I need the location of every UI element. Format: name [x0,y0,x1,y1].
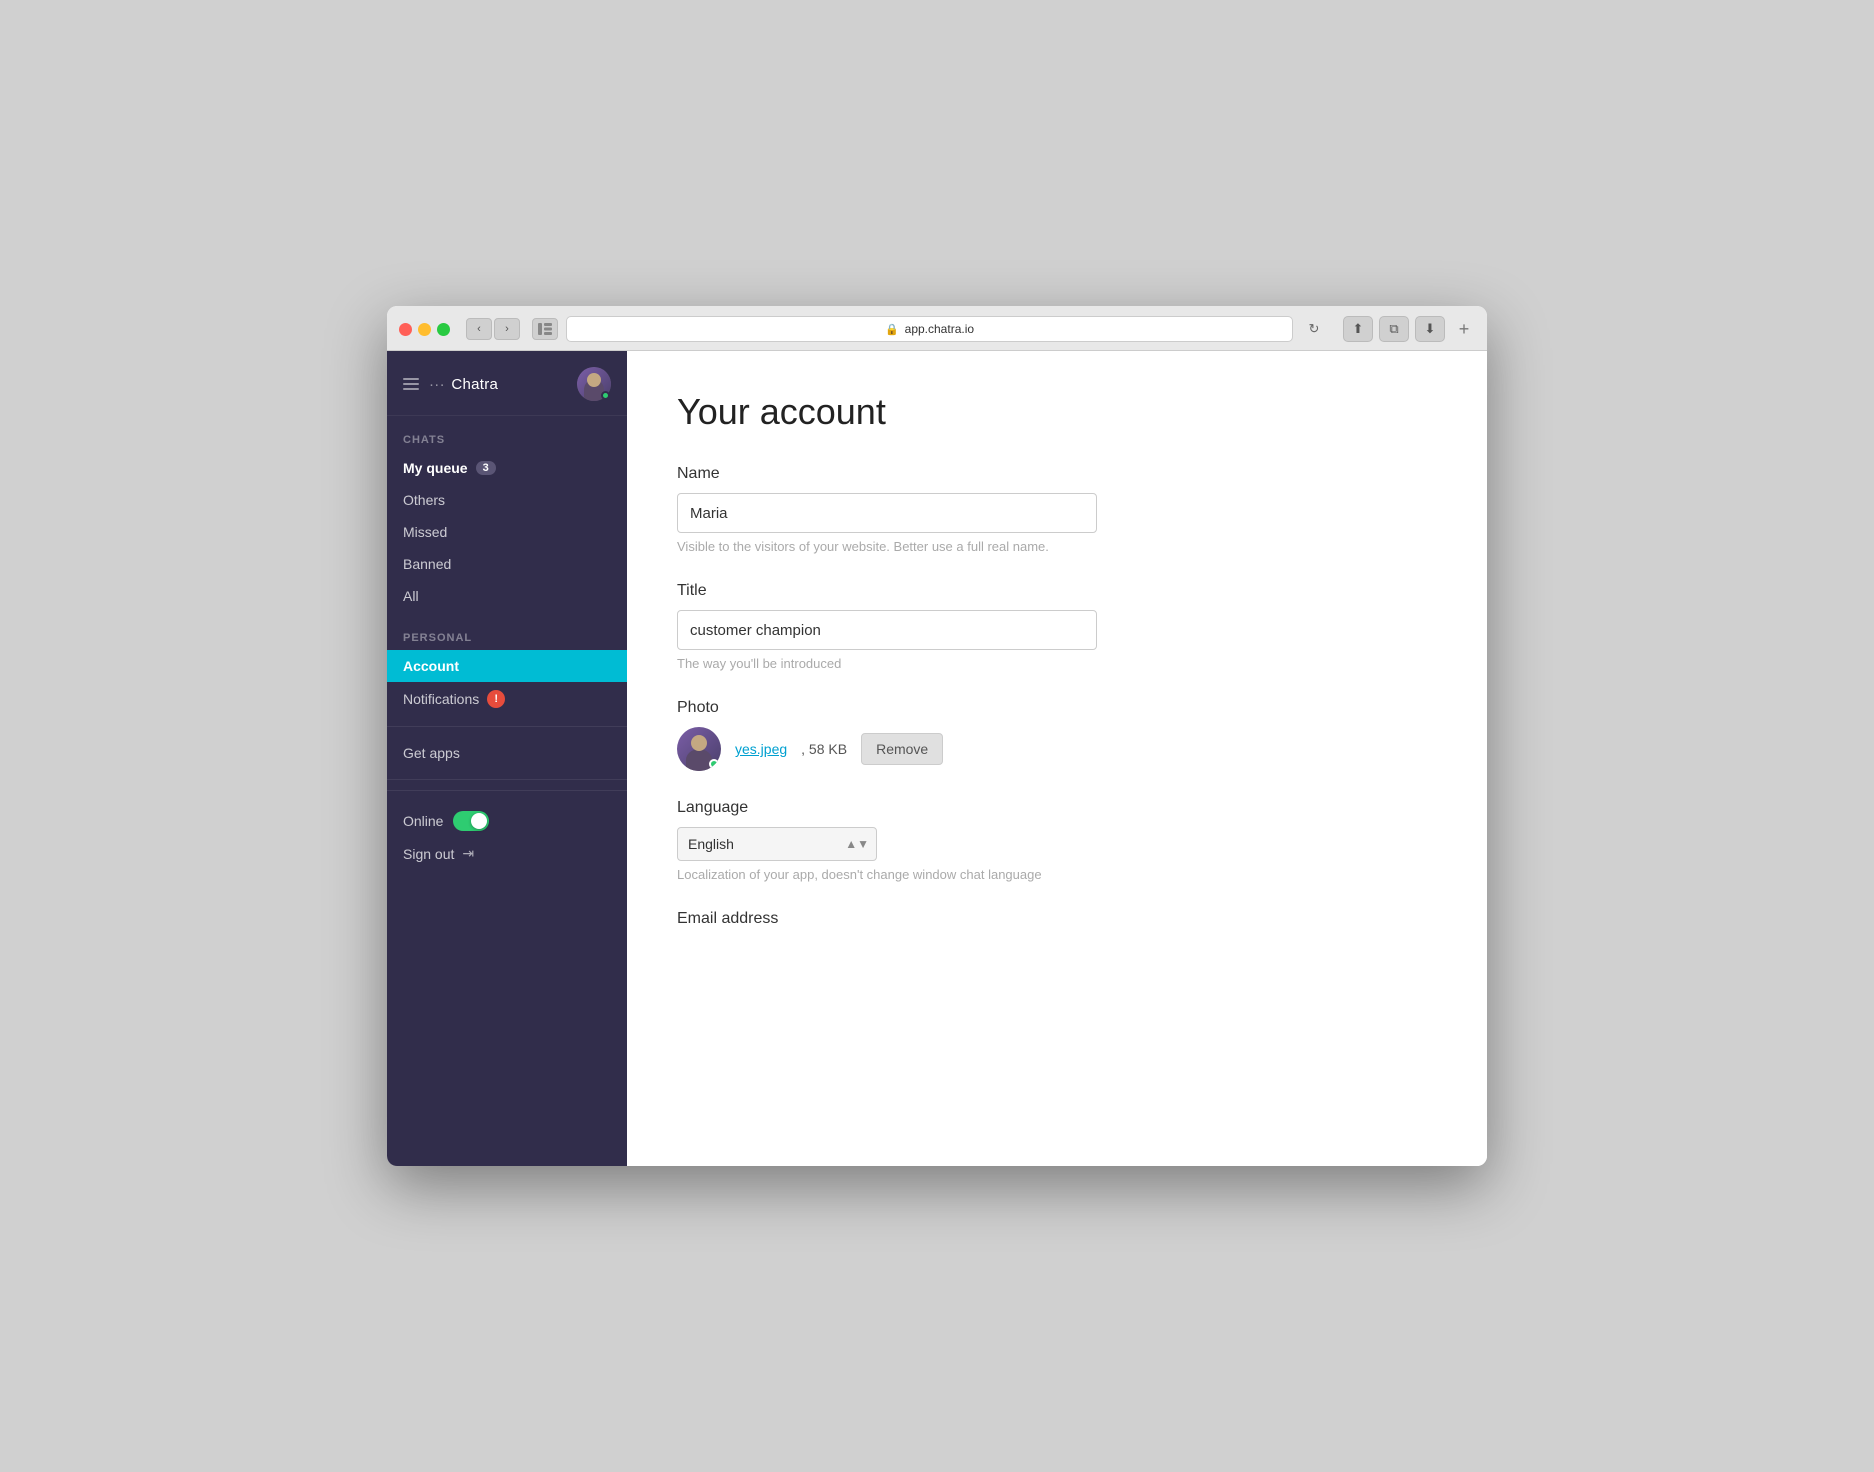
name-hint: Visible to the visitors of your website.… [677,539,1437,554]
others-label: Others [403,492,445,508]
sidebar-footer-divider [387,779,627,780]
photo-filename[interactable]: yes.jpeg [735,741,787,757]
sidebar-toggle-button[interactable] [532,318,558,340]
browser-window: ‹ › 🔒 app.chatra.io ↻ ⬆ ⧉ ⬇ + [387,306,1487,1166]
language-hint: Localization of your app, doesn't change… [677,867,1437,882]
name-label: Name [677,465,1437,483]
sign-out-icon: ⇥ [462,845,474,862]
photo-filesize: , 58 KB [801,741,847,757]
language-select-wrapper: English Russian German French Spanish ▲▼ [677,827,877,861]
missed-label: Missed [403,524,447,540]
email-section: Email address [677,910,1437,928]
sidebar-item-all[interactable]: All [387,580,627,612]
sidebar-divider [387,726,627,727]
browser-actions: ⬆ ⧉ ⬇ [1343,316,1445,342]
sidebar-header-left: ··· Chatra [403,376,498,393]
new-tab-button[interactable]: + [1453,318,1475,340]
title-input[interactable] [677,610,1097,650]
sign-out-label: Sign out [403,846,454,862]
sidebar-footer: Online Sign out ⇥ [387,790,627,878]
online-status-dot [601,391,610,400]
app-content: ··· Chatra CHATS My queue 3 Others [387,351,1487,1166]
photo-avatar-online-dot [709,759,719,769]
my-queue-label: My queue [403,460,468,476]
title-section: Title The way you'll be introduced [677,582,1437,671]
photo-avatar [677,727,721,771]
remove-photo-button[interactable]: Remove [861,733,943,765]
online-toggle[interactable] [453,811,489,831]
language-select[interactable]: English Russian German French Spanish [677,827,877,861]
title-hint: The way you'll be introduced [677,656,1437,671]
hamburger-line [403,388,419,390]
share-button[interactable]: ⬆ [1343,316,1373,342]
nav-buttons: ‹ › [466,318,520,340]
hamburger-icon[interactable] [403,378,419,390]
sign-out-row[interactable]: Sign out ⇥ [403,837,611,864]
minimize-button[interactable] [418,323,431,336]
hamburger-line [403,383,419,385]
reload-button[interactable]: ↻ [1301,318,1327,340]
photo-section: Photo yes.jpeg , 58 KB Remove [677,699,1437,771]
chats-section-label: CHATS [387,416,627,452]
browser-chrome: ‹ › 🔒 app.chatra.io ↻ ⬆ ⧉ ⬇ + [387,306,1487,351]
account-label: Account [403,658,459,674]
sidebar-title: ··· Chatra [429,376,498,393]
sidebar: ··· Chatra CHATS My queue 3 Others [387,351,627,1166]
online-label: Online [403,813,443,829]
email-label: Email address [677,910,1437,928]
sidebar-item-my-queue[interactable]: My queue 3 [387,452,627,484]
close-button[interactable] [399,323,412,336]
url-text: app.chatra.io [905,322,974,336]
language-section: Language English Russian German French S… [677,799,1437,882]
sidebar-item-notifications[interactable]: Notifications ! [387,682,627,716]
sidebar-item-banned[interactable]: Banned [387,548,627,580]
get-apps-label: Get apps [403,745,460,761]
banned-label: Banned [403,556,451,572]
download-button[interactable]: ⬇ [1415,316,1445,342]
all-label: All [403,588,419,604]
traffic-lights [399,323,450,336]
photo-label: Photo [677,699,1437,717]
name-input[interactable] [677,493,1097,533]
avatar-wrapper[interactable] [577,367,611,401]
page-title: Your account [677,391,1437,433]
nav-forward-button[interactable]: › [494,318,520,340]
notifications-label: Notifications [403,691,479,707]
personal-section-label: PERSONAL [387,612,627,650]
fullscreen-button[interactable] [437,323,450,336]
sidebar-item-account[interactable]: Account [387,650,627,682]
lock-icon: 🔒 [885,323,899,336]
nav-back-button[interactable]: ‹ [466,318,492,340]
address-bar[interactable]: 🔒 app.chatra.io [566,316,1293,342]
toggle-knob [471,813,487,829]
sidebar-item-get-apps[interactable]: Get apps [387,737,627,769]
tabs-button[interactable]: ⧉ [1379,316,1409,342]
main-content: Your account Name Visible to the visitor… [627,351,1487,1166]
language-label: Language [677,799,1437,817]
sidebar-item-others[interactable]: Others [387,484,627,516]
sidebar-item-missed[interactable]: Missed [387,516,627,548]
sidebar-header: ··· Chatra [387,351,627,416]
photo-row: yes.jpeg , 58 KB Remove [677,727,1437,771]
my-queue-badge: 3 [476,461,496,475]
sidebar-title-dots: ··· [429,376,445,393]
title-label: Title [677,582,1437,600]
hamburger-line [403,378,419,380]
name-section: Name Visible to the visitors of your web… [677,465,1437,554]
notification-alert-badge: ! [487,690,505,708]
online-toggle-row: Online [403,805,611,837]
